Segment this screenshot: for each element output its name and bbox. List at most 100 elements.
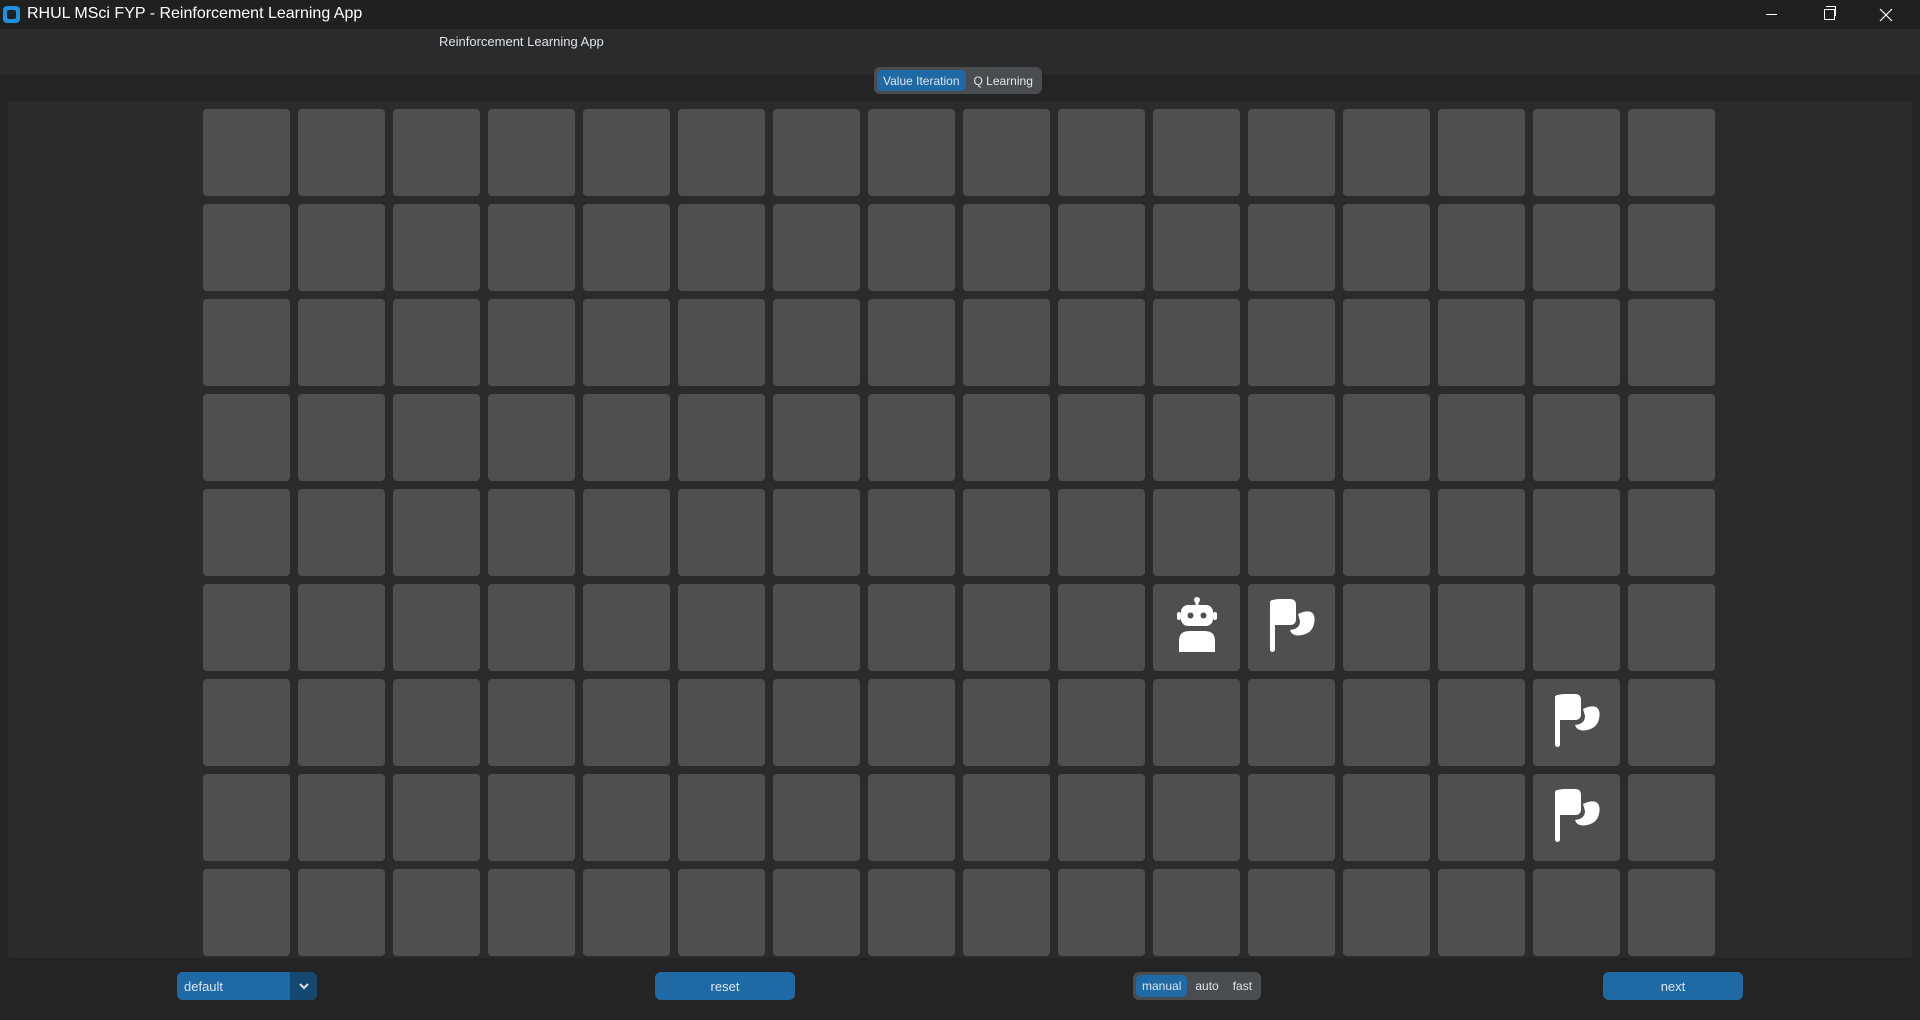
grid-cell[interactable] bbox=[203, 869, 290, 956]
grid-cell[interactable] bbox=[963, 869, 1050, 956]
grid-cell[interactable] bbox=[678, 869, 765, 956]
grid-cell[interactable] bbox=[1153, 869, 1240, 956]
grid-cell[interactable] bbox=[1058, 299, 1145, 386]
grid-cell[interactable] bbox=[203, 394, 290, 481]
grid-cell[interactable] bbox=[1438, 394, 1525, 481]
grid-cell[interactable] bbox=[868, 489, 955, 576]
tab-q-learning[interactable]: Q Learning bbox=[968, 70, 1039, 91]
reset-button[interactable]: reset bbox=[655, 972, 795, 1000]
grid-cell[interactable] bbox=[488, 299, 575, 386]
grid-cell[interactable] bbox=[1533, 109, 1620, 196]
grid-cell[interactable] bbox=[1153, 109, 1240, 196]
grid-cell[interactable] bbox=[203, 679, 290, 766]
grid-cell[interactable] bbox=[773, 679, 860, 766]
grid-cell[interactable] bbox=[1438, 584, 1525, 671]
grid-cell[interactable] bbox=[1058, 109, 1145, 196]
grid-cell[interactable] bbox=[203, 584, 290, 671]
grid-cell[interactable] bbox=[298, 679, 385, 766]
grid-cell[interactable] bbox=[1533, 299, 1620, 386]
grid-cell[interactable] bbox=[393, 299, 480, 386]
grid-cell[interactable] bbox=[1153, 584, 1240, 671]
grid-cell[interactable] bbox=[393, 204, 480, 291]
grid-cell[interactable] bbox=[1153, 394, 1240, 481]
grid-cell[interactable] bbox=[298, 869, 385, 956]
grid-cell[interactable] bbox=[583, 109, 670, 196]
grid-cell[interactable] bbox=[1343, 299, 1430, 386]
next-button[interactable]: next bbox=[1603, 972, 1743, 1000]
grid-cell[interactable] bbox=[773, 394, 860, 481]
mode-manual[interactable]: manual bbox=[1136, 975, 1188, 997]
grid-cell[interactable] bbox=[203, 299, 290, 386]
grid-cell[interactable] bbox=[773, 299, 860, 386]
grid-cell[interactable] bbox=[298, 109, 385, 196]
grid-cell[interactable] bbox=[1628, 204, 1715, 291]
tab-value-iteration[interactable]: Value Iteration bbox=[877, 70, 966, 91]
grid-cell[interactable] bbox=[1153, 774, 1240, 861]
grid-cell[interactable] bbox=[203, 774, 290, 861]
grid-cell[interactable] bbox=[1533, 869, 1620, 956]
grid-cell[interactable] bbox=[1343, 584, 1430, 671]
grid-cell[interactable] bbox=[963, 774, 1050, 861]
grid-cell[interactable] bbox=[1153, 204, 1240, 291]
grid-cell[interactable] bbox=[868, 869, 955, 956]
grid-cell[interactable] bbox=[868, 204, 955, 291]
grid-cell[interactable] bbox=[298, 394, 385, 481]
grid-cell[interactable] bbox=[773, 584, 860, 671]
grid-cell[interactable] bbox=[773, 109, 860, 196]
grid-cell[interactable] bbox=[868, 679, 955, 766]
grid-cell[interactable] bbox=[1153, 679, 1240, 766]
grid-cell[interactable] bbox=[583, 869, 670, 956]
grid-cell[interactable] bbox=[963, 299, 1050, 386]
grid-cell[interactable] bbox=[773, 774, 860, 861]
grid-cell[interactable] bbox=[1533, 204, 1620, 291]
close-button[interactable] bbox=[1858, 0, 1914, 29]
grid-cell[interactable] bbox=[678, 109, 765, 196]
grid-cell[interactable] bbox=[1343, 869, 1430, 956]
grid-cell[interactable] bbox=[488, 584, 575, 671]
grid-cell[interactable] bbox=[1628, 774, 1715, 861]
grid-cell[interactable] bbox=[1438, 774, 1525, 861]
grid-cell[interactable] bbox=[1533, 489, 1620, 576]
grid-cell[interactable] bbox=[1438, 204, 1525, 291]
minimize-button[interactable] bbox=[1743, 0, 1799, 29]
grid-cell[interactable] bbox=[1438, 299, 1525, 386]
grid-cell[interactable] bbox=[203, 109, 290, 196]
grid-cell[interactable] bbox=[1248, 299, 1335, 386]
grid-cell[interactable] bbox=[1058, 204, 1145, 291]
grid-cell[interactable] bbox=[583, 679, 670, 766]
grid-cell[interactable] bbox=[963, 204, 1050, 291]
grid-cell[interactable] bbox=[1248, 489, 1335, 576]
grid-cell[interactable] bbox=[583, 489, 670, 576]
grid-cell[interactable] bbox=[393, 774, 480, 861]
grid-cell[interactable] bbox=[583, 299, 670, 386]
grid-cell[interactable] bbox=[1248, 869, 1335, 956]
grid-cell[interactable] bbox=[963, 584, 1050, 671]
grid-cell[interactable] bbox=[298, 584, 385, 671]
grid-cell[interactable] bbox=[583, 774, 670, 861]
grid-cell[interactable] bbox=[1628, 679, 1715, 766]
grid-cell[interactable] bbox=[678, 394, 765, 481]
grid-cell[interactable] bbox=[1438, 679, 1525, 766]
grid-cell[interactable] bbox=[773, 489, 860, 576]
grid-cell[interactable] bbox=[1438, 869, 1525, 956]
grid-cell[interactable] bbox=[868, 109, 955, 196]
grid-cell[interactable] bbox=[298, 299, 385, 386]
grid-cell[interactable] bbox=[203, 489, 290, 576]
grid-cell[interactable] bbox=[1343, 109, 1430, 196]
grid-cell[interactable] bbox=[1533, 394, 1620, 481]
grid-cell[interactable] bbox=[488, 774, 575, 861]
mode-auto[interactable]: auto bbox=[1189, 975, 1224, 997]
grid-cell[interactable] bbox=[488, 109, 575, 196]
grid-cell[interactable] bbox=[678, 299, 765, 386]
mode-fast[interactable]: fast bbox=[1227, 975, 1258, 997]
grid-cell[interactable] bbox=[868, 774, 955, 861]
grid-cell[interactable] bbox=[1153, 299, 1240, 386]
grid-cell[interactable] bbox=[1058, 489, 1145, 576]
grid-cell[interactable] bbox=[773, 869, 860, 956]
grid-cell[interactable] bbox=[488, 489, 575, 576]
grid-cell[interactable] bbox=[1628, 394, 1715, 481]
grid-cell[interactable] bbox=[678, 584, 765, 671]
grid-cell[interactable] bbox=[1058, 774, 1145, 861]
grid-cell[interactable] bbox=[488, 679, 575, 766]
chevron-down-icon[interactable] bbox=[290, 972, 317, 1000]
